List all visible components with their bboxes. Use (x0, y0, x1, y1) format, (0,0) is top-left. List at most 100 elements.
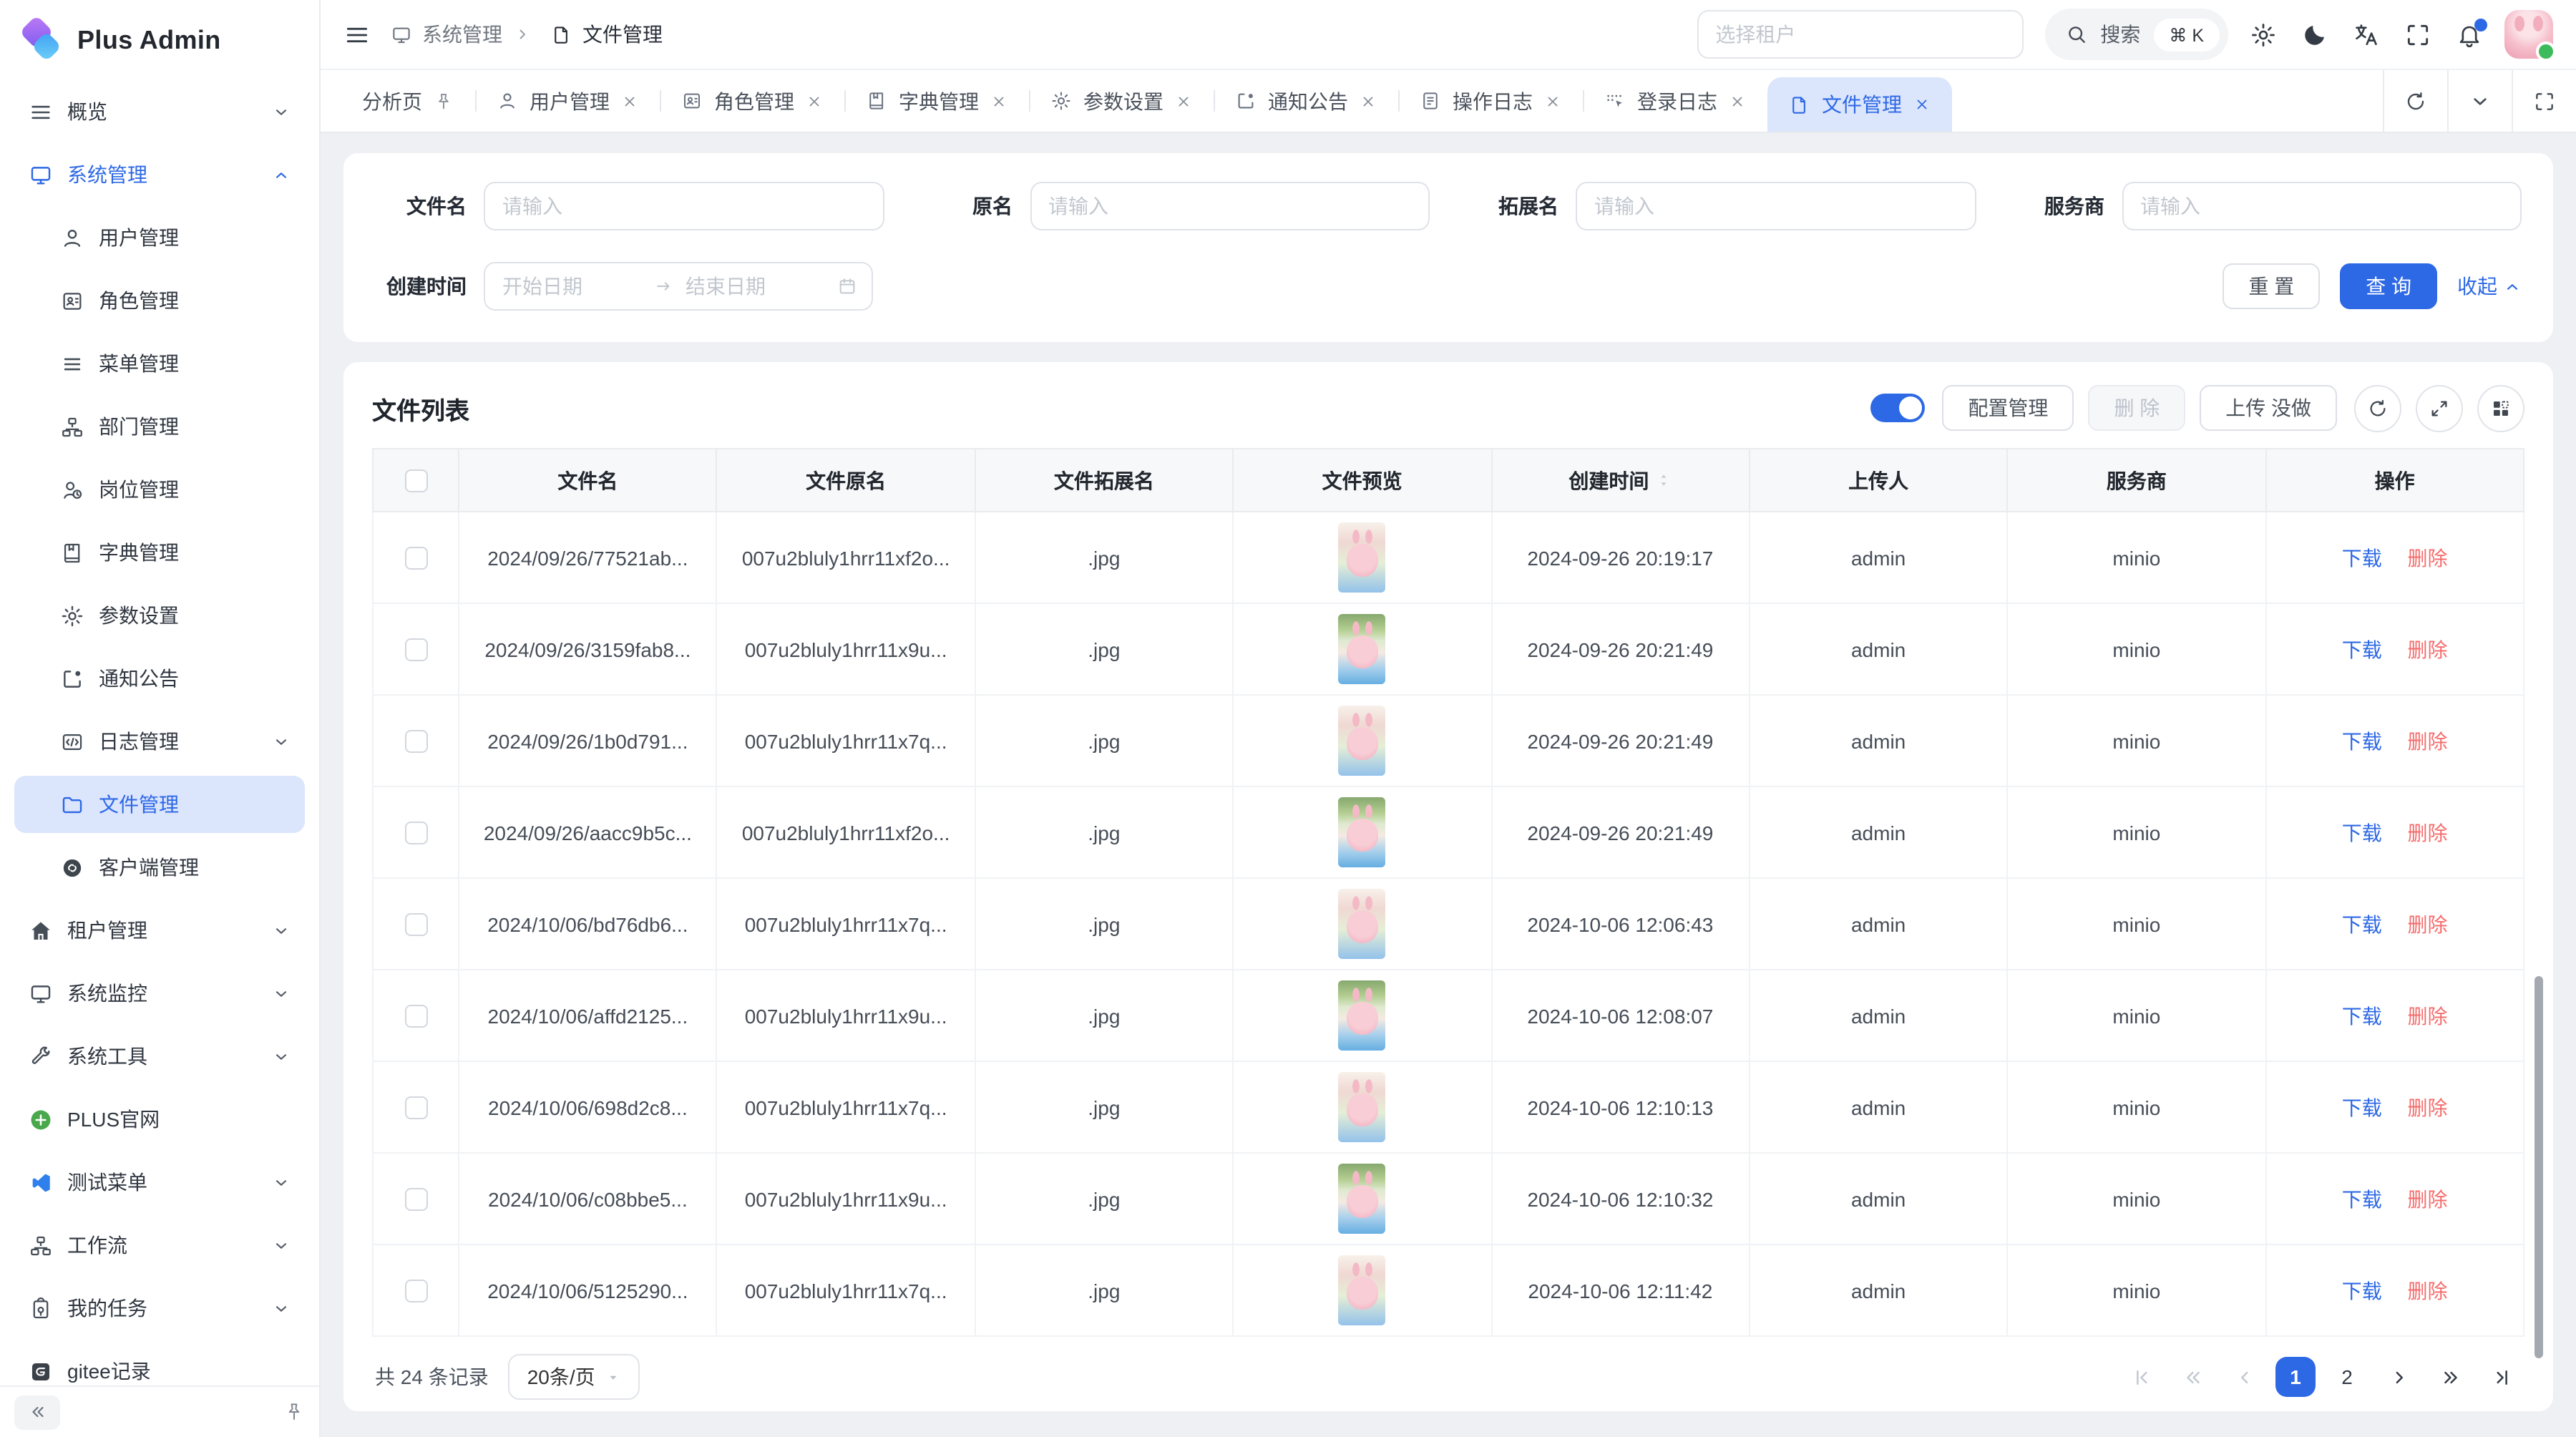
close-icon[interactable] (990, 92, 1008, 109)
sidebar-item[interactable]: 部门管理 (14, 398, 305, 455)
collapse-filters-link[interactable]: 收起 (2457, 272, 2522, 301)
sidebar-item[interactable]: gitee记录 (14, 1343, 305, 1385)
header-icon-button[interactable] (2456, 21, 2483, 48)
filter-input[interactable] (1576, 182, 1976, 230)
global-search[interactable]: 搜索 ⌘ K (2044, 9, 2228, 60)
delete-link[interactable]: 删除 (2408, 821, 2448, 844)
tenant-select-input[interactable] (1697, 10, 2023, 59)
pager-button[interactable] (2430, 1357, 2470, 1397)
close-icon[interactable] (1544, 92, 1561, 109)
tab[interactable]: 登录日志 (1583, 70, 1767, 132)
filter-input[interactable] (1030, 182, 1430, 230)
sidebar-item[interactable]: 日志管理 (14, 713, 305, 770)
sidebar-item[interactable]: 概览 (14, 83, 305, 140)
sidebar-item[interactable]: 客户端管理 (14, 839, 305, 896)
sidebar-item[interactable]: 系统工具 (14, 1028, 305, 1085)
delete-link[interactable]: 删除 (2408, 729, 2448, 752)
header-icon-button[interactable] (2404, 21, 2431, 48)
sidebar-item[interactable]: 文件管理 (14, 776, 305, 833)
select-all-checkbox[interactable] (404, 469, 427, 492)
header-icon-button[interactable] (2250, 21, 2277, 48)
tab[interactable]: 文件管理 (1767, 77, 1952, 132)
sidebar-item[interactable]: 参数设置 (14, 587, 305, 644)
sidebar-item[interactable]: 用户管理 (14, 209, 305, 266)
sidebar-item[interactable]: 租户管理 (14, 902, 305, 959)
tab[interactable]: 角色管理 (660, 70, 844, 132)
download-link[interactable]: 下载 (2342, 1187, 2382, 1210)
brand[interactable]: Plus Admin (0, 0, 319, 80)
row-checkbox[interactable] (404, 638, 427, 661)
file-preview-image[interactable] (1339, 706, 1386, 776)
pager-button[interactable] (2121, 1357, 2161, 1397)
file-preview-image[interactable] (1339, 889, 1386, 959)
file-preview-image[interactable] (1339, 1164, 1386, 1234)
filter-input[interactable] (2122, 182, 2522, 230)
sort-icon[interactable] (1656, 472, 1672, 488)
download-link[interactable]: 下载 (2342, 821, 2382, 844)
breadcrumb-item[interactable]: 系统管理 (391, 20, 502, 49)
column-header[interactable]: 创建时间 (1491, 449, 1750, 512)
sidebar-item[interactable]: 工作流 (14, 1217, 305, 1274)
tab-control-button[interactable] (2383, 70, 2447, 132)
tab[interactable]: 操作日志 (1398, 70, 1583, 132)
column-header[interactable]: 服务商 (2008, 449, 2266, 512)
pager-button[interactable] (2172, 1357, 2212, 1397)
search-button[interactable]: 查 询 (2340, 263, 2437, 309)
delete-link[interactable]: 删除 (2408, 1004, 2448, 1027)
toolbar-button[interactable]: 删 除 (2088, 385, 2185, 431)
toolbar-button[interactable]: 上传 没做 (2200, 385, 2337, 431)
user-avatar[interactable] (2504, 10, 2553, 59)
row-checkbox[interactable] (404, 913, 427, 936)
date-range-picker[interactable] (484, 262, 873, 311)
download-link[interactable]: 下载 (2342, 546, 2382, 569)
close-icon[interactable] (1729, 92, 1746, 109)
file-preview-image[interactable] (1339, 797, 1386, 867)
end-date-input[interactable] (683, 273, 829, 299)
download-link[interactable]: 下载 (2342, 912, 2382, 935)
row-checkbox[interactable] (404, 1280, 427, 1302)
close-icon[interactable] (1913, 96, 1931, 113)
tab[interactable]: 字典管理 (844, 70, 1029, 132)
sidebar-item[interactable]: 我的任务 (14, 1280, 305, 1337)
column-header[interactable]: 操作 (2265, 449, 2524, 512)
close-icon[interactable] (1360, 92, 1377, 109)
filter-input[interactable] (484, 182, 884, 230)
reset-button[interactable]: 重 置 (2223, 263, 2320, 309)
download-link[interactable]: 下载 (2342, 1096, 2382, 1119)
sidebar-item[interactable]: 字典管理 (14, 524, 305, 581)
toggle-switch[interactable] (1870, 394, 1925, 422)
file-preview-image[interactable] (1339, 1072, 1386, 1142)
close-icon[interactable] (1175, 92, 1192, 109)
tab-control-button[interactable] (2512, 70, 2576, 132)
pin-icon[interactable] (434, 91, 454, 111)
sidebar-item[interactable]: 岗位管理 (14, 461, 305, 518)
file-preview-image[interactable] (1339, 614, 1386, 684)
breadcrumb-item[interactable]: 文件管理 (514, 20, 663, 49)
column-header[interactable]: 文件拓展名 (975, 449, 1234, 512)
row-checkbox[interactable] (404, 547, 427, 570)
tab[interactable]: 通知公告 (1214, 70, 1398, 132)
toolbar-button[interactable]: 配置管理 (1942, 385, 2074, 431)
column-header[interactable]: 上传人 (1750, 449, 2008, 512)
start-date-input[interactable] (499, 273, 645, 299)
sidebar-item[interactable]: 系统监控 (14, 965, 305, 1022)
page-size-select[interactable]: 20条/页 (509, 1354, 640, 1400)
row-checkbox[interactable] (404, 730, 427, 753)
delete-link[interactable]: 删除 (2408, 546, 2448, 569)
file-preview-image[interactable] (1339, 980, 1386, 1051)
tab-control-button[interactable] (2447, 70, 2512, 132)
delete-link[interactable]: 删除 (2408, 638, 2448, 661)
pager-button[interactable] (2482, 1357, 2522, 1397)
toolbar-icon-button[interactable] (2354, 384, 2401, 432)
sidebar-item[interactable]: 测试菜单 (14, 1154, 305, 1211)
sidebar-pin-button[interactable] (283, 1401, 305, 1423)
pager-button[interactable] (2379, 1357, 2419, 1397)
delete-link[interactable]: 删除 (2408, 1279, 2448, 1302)
file-preview-image[interactable] (1339, 1255, 1386, 1325)
toolbar-icon-button[interactable] (2477, 384, 2524, 432)
close-icon[interactable] (621, 92, 638, 109)
close-icon[interactable] (806, 92, 823, 109)
sidebar-item[interactable]: PLUS官网 (14, 1091, 305, 1148)
sidebar-collapse-button[interactable] (14, 1395, 60, 1429)
menu-toggle-button[interactable] (343, 21, 371, 48)
